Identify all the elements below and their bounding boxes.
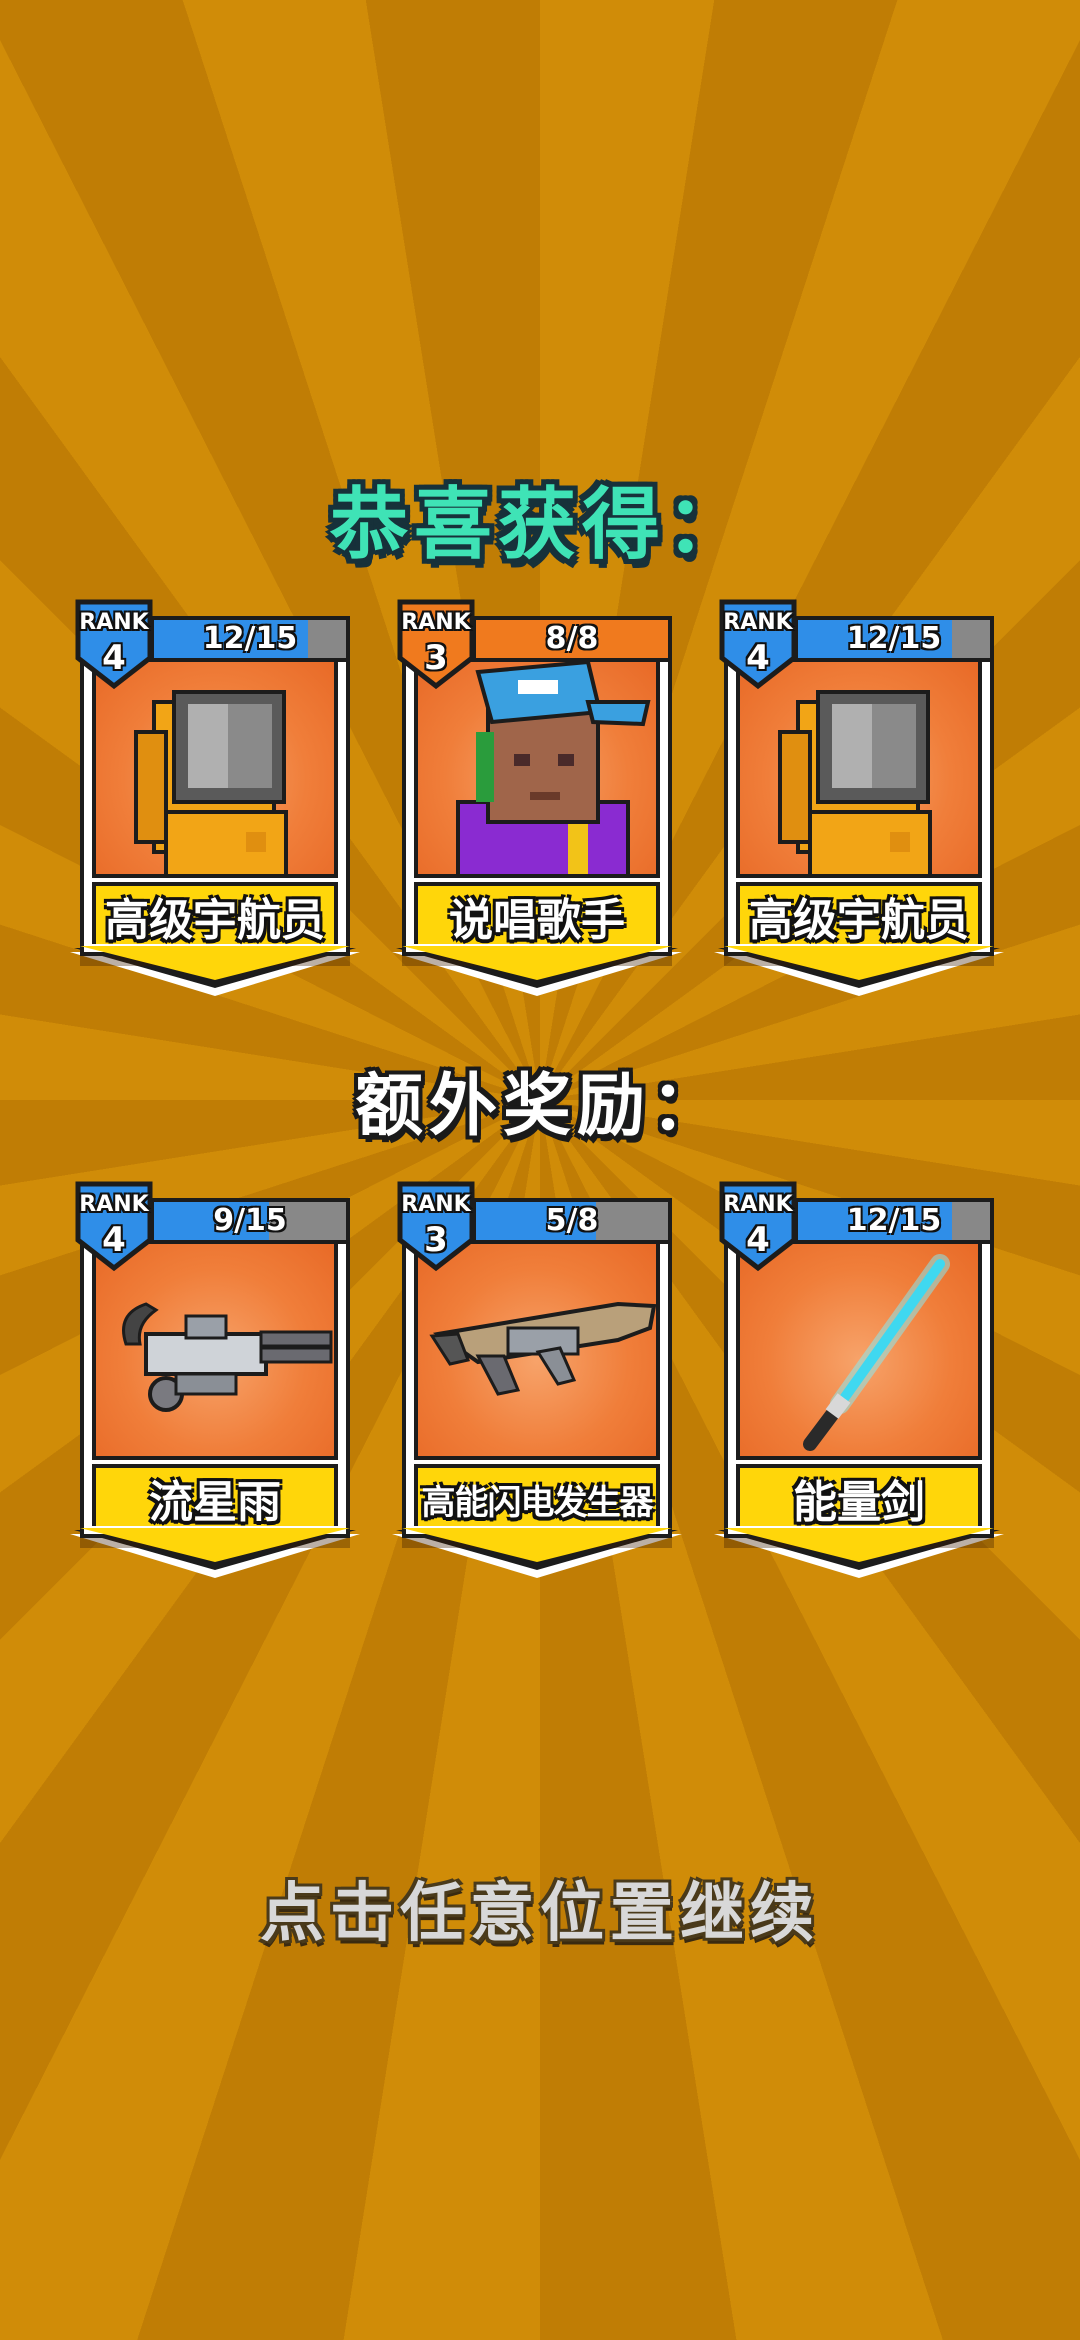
reward-card-2[interactable]: 说唱歌手 8/8 RANK 3 [392, 596, 682, 1006]
rank-label: RANK [401, 1192, 471, 1217]
reward-card-3[interactable]: 高级宇航员 12/15 RANK 4 [714, 596, 1004, 1006]
reward-card-1[interactable]: 高级宇航员 12/15 RANK 4 [70, 596, 360, 1006]
rank-label: RANK [401, 610, 471, 635]
bonus-card-2[interactable]: 高能闪电发生器 5/8 RANK 3 [392, 1178, 682, 1588]
rank-number: 4 [102, 638, 126, 678]
reward-name: 高级宇航员 [105, 895, 325, 946]
shard-count: 12/15 [202, 621, 298, 656]
tap-to-continue-prompt[interactable]: 点击任意位置继续 [0, 1862, 1080, 1954]
shard-progress-bar: 12/15 [150, 616, 350, 662]
congrats-title: 恭喜获得： [329, 480, 750, 570]
bonus-title: 额外奖励： [354, 1067, 725, 1146]
bonus-card-3[interactable]: 能量剑 12/15 RANK 4 [714, 1178, 1004, 1588]
shard-progress-bar: 8/8 [472, 616, 672, 662]
shard-progress-bar: 12/15 [794, 616, 994, 662]
rank-number: 3 [424, 1220, 448, 1260]
shard-progress-bar: 5/8 [472, 1198, 672, 1244]
rank-number: 4 [746, 638, 770, 678]
rank-number: 3 [424, 638, 448, 678]
shard-progress-bar: 9/15 [150, 1198, 350, 1244]
reward-name: 说唱歌手 [449, 895, 625, 946]
rank-label: RANK [79, 1192, 149, 1217]
rank-label: RANK [79, 610, 149, 635]
shard-count: 9/15 [213, 1203, 287, 1238]
bonus-card-1[interactable]: 流星雨 9/15 RANK 4 [70, 1178, 360, 1588]
tap-to-continue-area[interactable] [0, 0, 1080, 2340]
shard-count: 5/8 [545, 1203, 599, 1238]
reward-name: 能量剑 [793, 1477, 925, 1528]
shard-count: 12/15 [846, 1203, 942, 1238]
shard-count: 8/8 [545, 621, 599, 656]
shard-count: 12/15 [846, 621, 942, 656]
shard-progress-bar: 12/15 [794, 1198, 994, 1244]
reward-name: 流星雨 [149, 1477, 281, 1528]
rank-number: 4 [102, 1220, 126, 1260]
reward-name: 高能闪电发生器 [421, 1483, 654, 1523]
rank-label: RANK [723, 1192, 793, 1217]
rank-label: RANK [723, 610, 793, 635]
rank-number: 4 [746, 1220, 770, 1260]
reward-name: 高级宇航员 [749, 895, 969, 946]
